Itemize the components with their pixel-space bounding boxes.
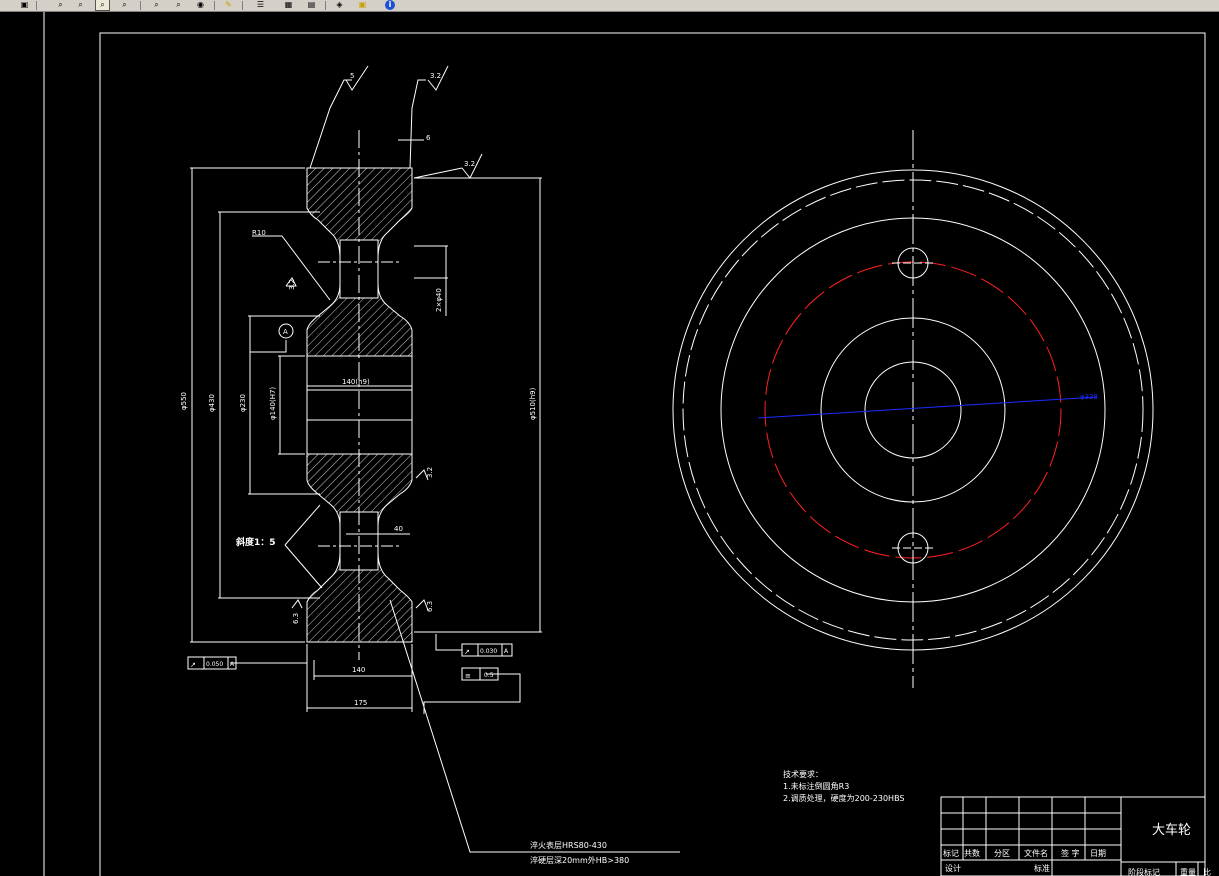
- datum-leader: [250, 340, 287, 353]
- tb-riqi: 日期: [1090, 849, 1106, 858]
- roughness-text: 3.2: [288, 279, 296, 290]
- note-leader-text-1: 淬火表层HRS80-430: [530, 840, 607, 850]
- roughness-leader: [413, 167, 463, 179]
- standard-toolbar: ▣ ⌕ ⌕ ⌕ ⌕ ⌕ ⌕ ◉ ✎ ☰ ▦ ▤ ◈ ▣ i: [0, 0, 1219, 12]
- runout-icon: ↗: [464, 648, 470, 656]
- taper-leader: [284, 504, 321, 546]
- properties-icon[interactable]: ☰: [254, 0, 267, 10]
- zoom-out-icon[interactable]: ◉: [194, 0, 207, 10]
- markup-icon[interactable]: ◈: [333, 0, 346, 10]
- dim-text-w140: 140(h9): [342, 378, 370, 386]
- tb-biaozhun: 标准: [1034, 863, 1050, 873]
- print-icon[interactable]: ▣: [18, 0, 31, 10]
- dim-text-w140b: 140: [352, 666, 365, 674]
- toolbar-separator: [214, 1, 215, 10]
- toolbar-separator: [242, 1, 243, 10]
- roughness-text: 6.3: [292, 613, 300, 624]
- zoom-extents-icon[interactable]: ⌕: [118, 0, 131, 10]
- tb-chushu: 共数: [964, 848, 980, 858]
- toolbar-separator: [140, 1, 141, 10]
- tb-wenjian: 文件名: [1024, 848, 1048, 858]
- tb-jieduan: 阶段标记: [1128, 867, 1160, 876]
- tb-bili: 比: [1203, 867, 1211, 876]
- toolbar-separator: [36, 1, 37, 10]
- symmetry-icon: ≡: [465, 672, 471, 680]
- tol-ref: A: [504, 648, 509, 655]
- dim-text-w175: 175: [354, 699, 367, 707]
- dim-text-550: φ550: [180, 392, 188, 410]
- dim-text-hole: 2×φ40: [435, 288, 443, 312]
- dim-text-510: φ510(h9): [529, 387, 537, 420]
- match-properties-icon[interactable]: ✎: [222, 0, 235, 10]
- roughness-text: 5: [350, 72, 354, 80]
- note-leader-text-2: 淬硬层深20mm外HB>380: [530, 855, 629, 865]
- zoom-previous-icon[interactable]: ⌕: [95, 0, 110, 11]
- runout-icon: ↗: [190, 661, 196, 669]
- roughness-text: 3.2: [426, 467, 434, 478]
- tb-zhongliang: 重量: [1180, 867, 1196, 876]
- tolerance-leader: [435, 634, 462, 651]
- roughness-text: 3.2: [464, 160, 475, 168]
- roughness-symbol: [291, 599, 303, 609]
- pan-icon[interactable]: ⌕: [150, 0, 163, 10]
- tech-req-title: 技术要求：: [783, 769, 823, 779]
- section-view: [187, 65, 680, 853]
- layer-icon[interactable]: ▣: [356, 0, 369, 10]
- part-name: 大车轮: [1152, 822, 1191, 838]
- dim-text-230: φ230: [239, 394, 247, 412]
- tol-value: 0.030: [480, 648, 497, 655]
- diameter-dim-line: [757, 396, 1098, 419]
- help-icon[interactable]: i: [385, 0, 395, 10]
- inner-frame: [99, 32, 1206, 876]
- dim-text-430: φ430: [208, 394, 216, 412]
- dim-text-40: 40: [394, 525, 403, 533]
- tb-sheji: 设计: [945, 863, 961, 873]
- toolbar-separator: [325, 1, 326, 10]
- tol-value: 0.5: [484, 672, 494, 679]
- design-center-icon[interactable]: ▦: [282, 0, 295, 10]
- roughness-text: 6.3: [426, 601, 434, 612]
- tol-ref: A: [230, 661, 235, 668]
- tol-value: 0.050: [206, 661, 223, 668]
- dim-text-140: φ140(H7): [269, 387, 277, 420]
- tb-qianzi: 签 字: [1061, 848, 1080, 858]
- zoom-window-icon[interactable]: ⌕: [74, 0, 87, 10]
- taper-label: 斜度1：5: [235, 536, 276, 548]
- note-leader: [389, 599, 680, 853]
- roughness-leader: [409, 79, 426, 169]
- tb-fenqu: 分区: [994, 849, 1010, 858]
- tb-biaoji: 标记: [943, 848, 959, 858]
- tech-req-line-2: 2.调质处理，硬度为200-230HBS: [783, 793, 905, 803]
- angle-text: 6: [426, 134, 431, 142]
- diameter-dim-text: φ328: [1080, 393, 1098, 401]
- tool-palettes-icon[interactable]: ▤: [305, 0, 318, 10]
- zoom-in-icon[interactable]: ⌕: [172, 0, 185, 10]
- front-view: [672, 130, 1154, 688]
- datum-label: A: [283, 328, 288, 336]
- drawing-canvas[interactable]: φ550 φ430 φ230 φ140(H7) φ510(h9) 2×φ40 1…: [0, 12, 1219, 876]
- roughness-text: 3.2: [430, 72, 441, 80]
- zoom-realtime-icon[interactable]: ⌕: [54, 0, 67, 10]
- taper-leader: [284, 544, 323, 589]
- tech-req-line-1: 1.未标注倒圆角R3: [783, 781, 849, 791]
- roughness-leader: [309, 79, 352, 169]
- dim-text-r10: R10: [252, 229, 266, 237]
